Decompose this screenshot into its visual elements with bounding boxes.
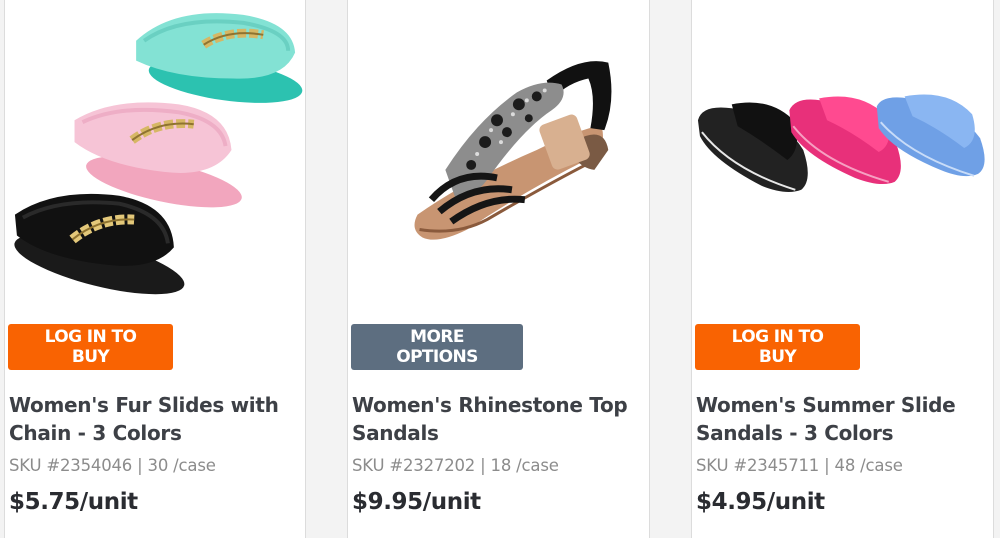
more-options-button[interactable]: MORE OPTIONS xyxy=(351,324,523,370)
product-title[interactable]: Women's Rhinestone Top Sandals xyxy=(352,391,643,447)
product-sku: SKU #2327202 | 18 /case xyxy=(352,456,559,475)
product-image[interactable] xyxy=(692,0,993,310)
product-grid: LOG IN TO BUY Women's Fur Slides with Ch… xyxy=(0,0,1000,538)
log-in-to-buy-button[interactable]: LOG IN TO BUY xyxy=(8,324,173,370)
product-card: LOG IN TO BUY Women's Summer Slide Sanda… xyxy=(691,0,994,538)
log-in-to-buy-button[interactable]: LOG IN TO BUY xyxy=(695,324,860,370)
product-image[interactable] xyxy=(348,0,649,310)
product-title[interactable]: Women's Fur Slides with Chain - 3 Colors xyxy=(9,391,299,447)
product-card: MORE OPTIONS Women's Rhinestone Top Sand… xyxy=(347,0,650,538)
product-price: $9.95/unit xyxy=(352,489,481,515)
product-sku: SKU #2345711 | 48 /case xyxy=(696,456,903,475)
rhinestone-sandal-image xyxy=(414,61,612,240)
product-image[interactable] xyxy=(5,0,305,310)
product-price: $5.75/unit xyxy=(9,489,138,515)
summer-slides-image xyxy=(697,94,985,193)
fur-slides-image xyxy=(14,13,303,295)
product-sku: SKU #2354046 | 30 /case xyxy=(9,456,216,475)
product-title[interactable]: Women's Summer Slide Sandals - 3 Colors xyxy=(696,391,987,447)
product-price: $4.95/unit xyxy=(696,489,825,515)
product-card: LOG IN TO BUY Women's Fur Slides with Ch… xyxy=(4,0,306,538)
